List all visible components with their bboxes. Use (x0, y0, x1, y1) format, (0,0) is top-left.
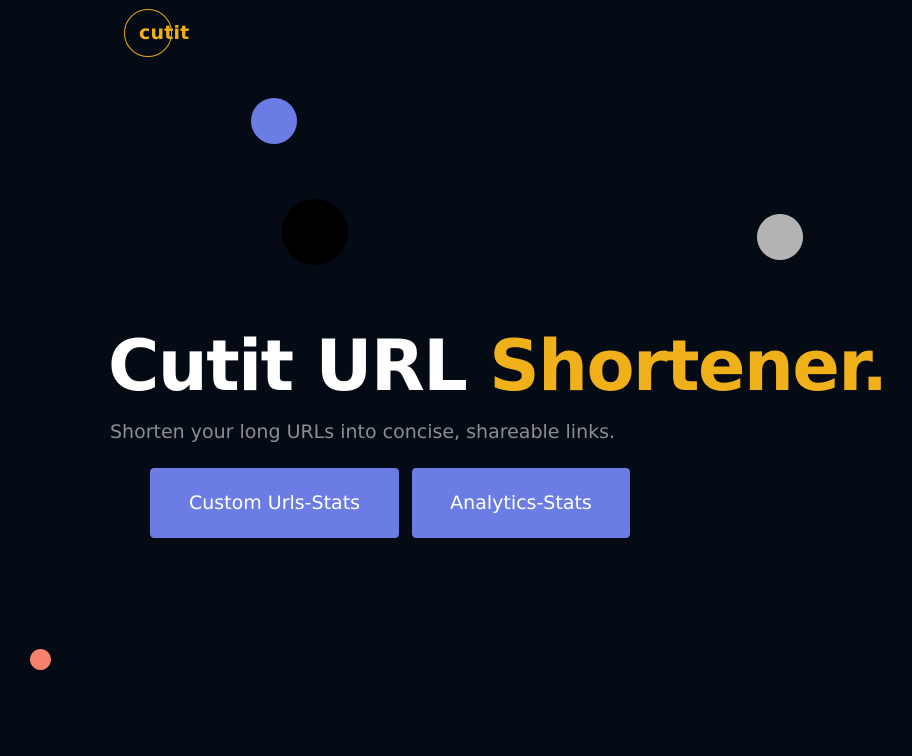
custom-urls-stats-button[interactable]: Custom Urls-Stats (150, 468, 399, 538)
hero-title: Cutit URL Shortener. (108, 324, 888, 408)
decorative-gray-circle (757, 214, 803, 260)
decorative-coral-circle (30, 649, 51, 670)
decorative-black-circle (282, 199, 348, 265)
hero-title-main: Cutit URL (108, 325, 490, 407)
hero-title-accent: Shortener. (489, 325, 888, 407)
hero-subtitle: Shorten your long URLs into concise, sha… (110, 421, 616, 443)
decorative-blue-circle (251, 98, 297, 144)
logo-text: cutit (139, 22, 190, 44)
analytics-stats-button[interactable]: Analytics-Stats (412, 468, 630, 538)
cutit-logo[interactable]: cutit (124, 9, 189, 57)
